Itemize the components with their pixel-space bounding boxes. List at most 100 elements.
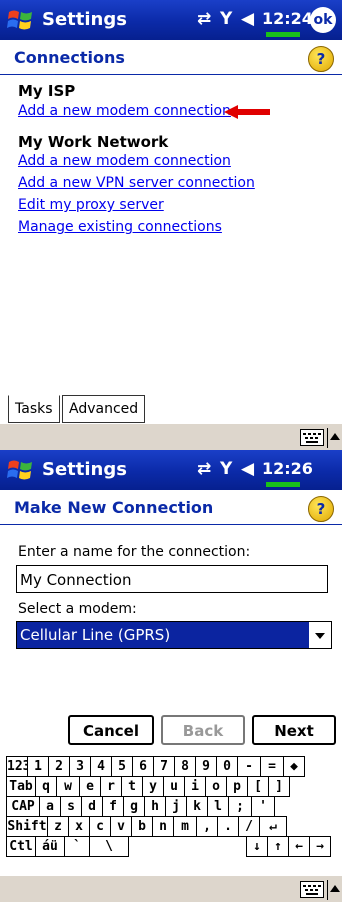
key[interactable]: r <box>100 776 122 797</box>
keyboard-icon[interactable] <box>300 881 324 898</box>
key[interactable]: ← <box>288 836 310 857</box>
help-icon[interactable]: ? <box>308 496 334 522</box>
connectivity-icon[interactable]: ⇄ <box>197 9 211 29</box>
clock[interactable]: 12:24 <box>262 9 313 28</box>
make-new-connection-screen: Settings ⇄ Y ◀ 12:26 Make New Connection… <box>0 450 342 902</box>
key[interactable]: b <box>131 816 153 837</box>
key[interactable]: , <box>196 816 218 837</box>
command-bar <box>0 875 342 902</box>
key[interactable]: f <box>102 796 124 817</box>
add-vpn-server-connection-link[interactable]: Add a new VPN server connection <box>18 175 255 191</box>
chevron-down-icon[interactable] <box>315 633 325 639</box>
windows-start-icon[interactable] <box>6 6 34 34</box>
key[interactable]: o <box>205 776 227 797</box>
signal-off-icon[interactable]: Y <box>220 459 232 479</box>
key[interactable]: CAP <box>6 796 40 817</box>
key[interactable]: t <box>121 776 143 797</box>
key[interactable]: 1 <box>27 756 49 777</box>
key[interactable]: g <box>123 796 145 817</box>
isp-add-modem-connection-link[interactable]: Add a new modem connection <box>18 103 231 119</box>
key[interactable]: z <box>47 816 69 837</box>
key[interactable]: Shift <box>6 816 48 837</box>
key[interactable]: h <box>144 796 166 817</box>
key[interactable]: a <box>39 796 61 817</box>
key[interactable]: ↵ <box>259 816 287 837</box>
key[interactable]: d <box>81 796 103 817</box>
windows-start-icon[interactable] <box>6 456 34 484</box>
key[interactable]: x <box>68 816 90 837</box>
key[interactable]: - <box>237 756 261 777</box>
volume-icon[interactable]: ◀ <box>241 459 254 479</box>
key[interactable]: c <box>89 816 111 837</box>
next-button[interactable]: Next <box>252 715 336 745</box>
key[interactable]: s <box>60 796 82 817</box>
key[interactable]: i <box>184 776 206 797</box>
key[interactable]: e <box>79 776 101 797</box>
page-title: Connections <box>14 48 125 67</box>
tab-tasks[interactable]: Tasks <box>8 395 60 423</box>
battery-indicator <box>266 482 300 487</box>
key[interactable]: 8 <box>174 756 196 777</box>
modem-select[interactable]: Cellular Line (GPRS) <box>16 621 332 649</box>
sip-up-arrow-icon[interactable] <box>330 885 340 892</box>
key[interactable]: 5 <box>111 756 133 777</box>
ok-button[interactable]: ok <box>310 7 336 33</box>
keyboard-icon[interactable] <box>300 429 324 446</box>
page-header: Make New Connection ? <box>0 490 342 525</box>
key[interactable]: \ <box>89 836 129 857</box>
key[interactable]: v <box>110 816 132 837</box>
key[interactable]: ] <box>268 776 290 797</box>
key[interactable]: 4 <box>90 756 112 777</box>
key[interactable]: 9 <box>195 756 217 777</box>
clock[interactable]: 12:26 <box>262 459 313 478</box>
key[interactable]: u <box>163 776 185 797</box>
key[interactable]: w <box>56 776 80 797</box>
key[interactable]: 7 <box>153 756 175 777</box>
section-heading-my-isp: My ISP <box>18 82 76 100</box>
tab-advanced[interactable]: Advanced <box>62 395 146 423</box>
key[interactable]: ↑ <box>267 836 289 857</box>
key[interactable]: áü <box>35 836 65 857</box>
cancel-button[interactable]: Cancel <box>68 715 154 745</box>
key[interactable]: k <box>186 796 208 817</box>
key[interactable]: l <box>207 796 229 817</box>
back-button: Back <box>161 715 245 745</box>
key[interactable]: 3 <box>69 756 91 777</box>
connectivity-icon[interactable]: ⇄ <box>197 459 211 479</box>
app-title: Settings <box>42 459 127 480</box>
red-arrow-pointer <box>224 105 270 119</box>
edit-proxy-server-link[interactable]: Edit my proxy server <box>18 197 164 213</box>
signal-off-icon[interactable]: Y <box>220 9 232 29</box>
manage-existing-connections-link[interactable]: Manage existing connections <box>18 219 222 235</box>
key[interactable]: j <box>165 796 187 817</box>
key[interactable]: n <box>152 816 174 837</box>
key[interactable]: q <box>35 776 57 797</box>
section-heading-my-work-network: My Work Network <box>18 133 169 151</box>
key[interactable]: p <box>226 776 248 797</box>
help-icon[interactable]: ? <box>308 46 334 72</box>
key[interactable]: 0 <box>216 756 238 777</box>
page-header: Connections ? <box>0 40 342 75</box>
key[interactable]: ◆ <box>283 756 305 777</box>
key[interactable]: . <box>217 816 239 837</box>
key[interactable]: = <box>260 756 284 777</box>
key[interactable]: → <box>309 836 331 857</box>
key[interactable]: / <box>238 816 260 837</box>
key[interactable]: Tab <box>6 776 36 797</box>
volume-icon[interactable]: ◀ <box>241 9 254 29</box>
key[interactable]: m <box>173 816 197 837</box>
key[interactable]: y <box>142 776 164 797</box>
key[interactable]: ↓ <box>246 836 268 857</box>
work-add-modem-connection-link[interactable]: Add a new modem connection <box>18 153 231 169</box>
key[interactable]: ; <box>228 796 252 817</box>
sip-up-arrow-icon[interactable] <box>330 433 340 440</box>
key[interactable]: ` <box>64 836 90 857</box>
connection-name-input[interactable]: My Connection <box>16 565 328 593</box>
key[interactable]: 2 <box>48 756 70 777</box>
key[interactable]: [ <box>247 776 269 797</box>
key[interactable]: ' <box>251 796 275 817</box>
key[interactable]: Ctl <box>6 836 36 857</box>
key[interactable]: 123 <box>6 756 28 777</box>
key[interactable]: 6 <box>132 756 154 777</box>
sip-separator <box>327 880 328 900</box>
